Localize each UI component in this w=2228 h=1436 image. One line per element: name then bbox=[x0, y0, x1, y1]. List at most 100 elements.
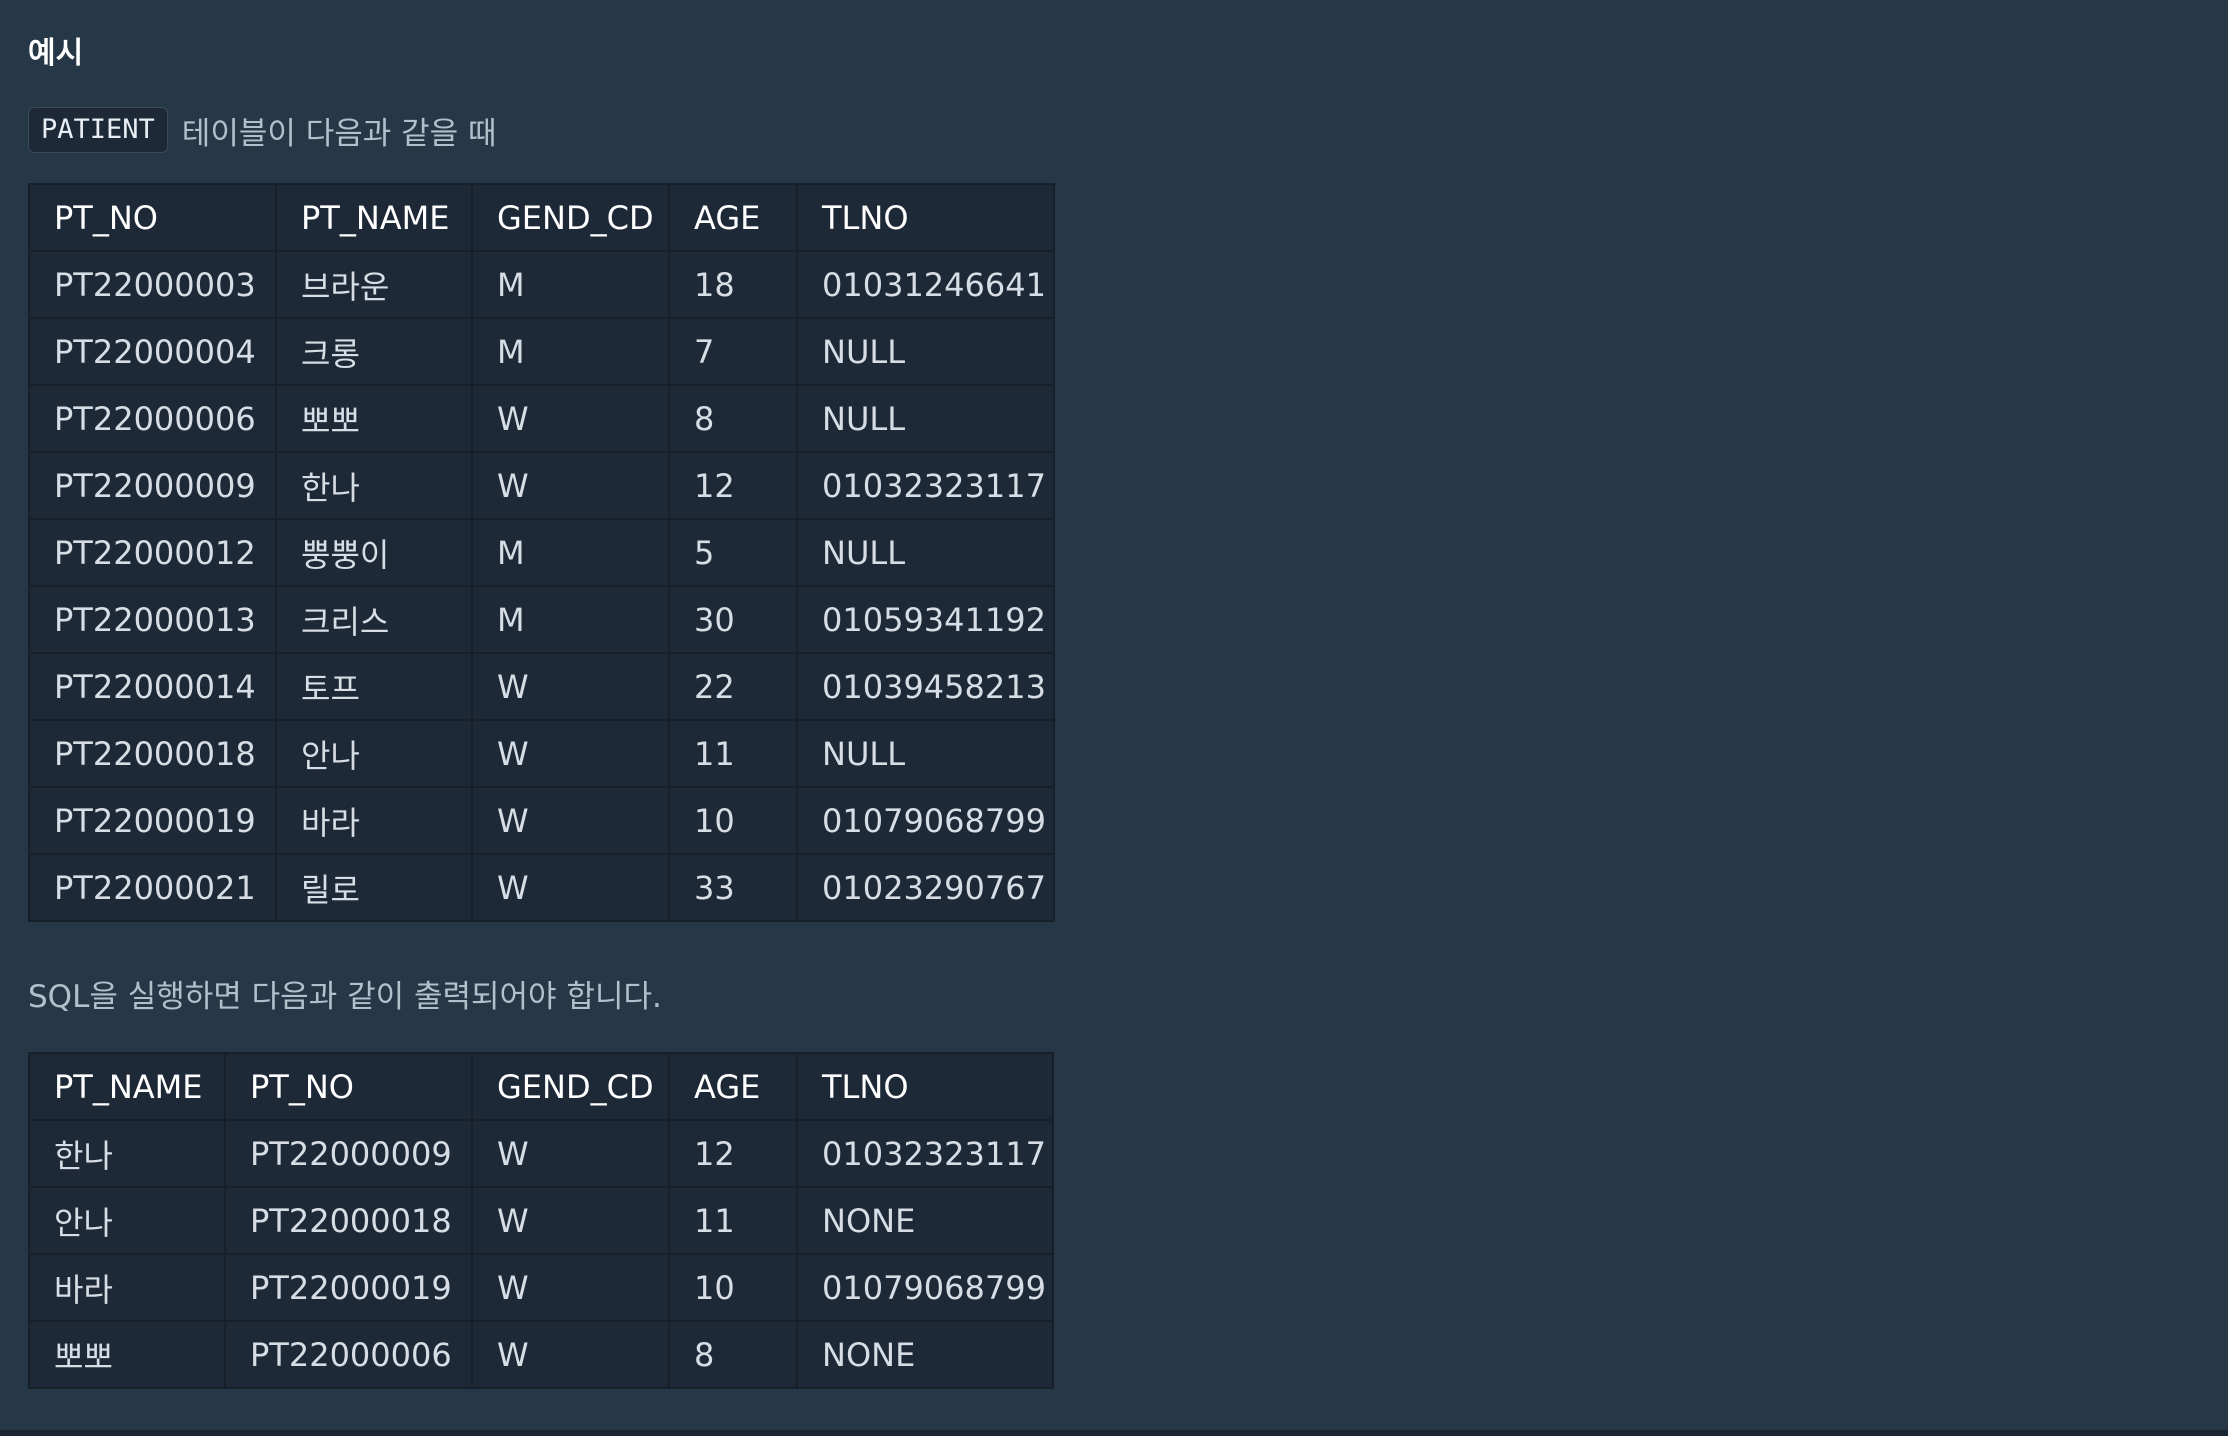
table-row: PT22000019 바라 W 10 01079068799 bbox=[28, 786, 1055, 855]
cell-tlno: NONE bbox=[796, 1186, 1054, 1255]
column-header-tlno: TLNO bbox=[796, 1052, 1054, 1121]
cell-pt-no: PT22000018 bbox=[224, 1186, 473, 1255]
cell-age: 7 bbox=[668, 317, 798, 386]
intro-line: PATIENT 테이블이 다음과 같을 때 bbox=[28, 107, 497, 153]
cell-gend-cd: W bbox=[471, 853, 670, 922]
cell-gend-cd: W bbox=[471, 1253, 670, 1322]
cell-pt-no: PT22000006 bbox=[224, 1320, 473, 1389]
cell-pt-no: PT22000004 bbox=[28, 317, 277, 386]
section-heading: 예시 bbox=[28, 36, 84, 71]
cell-gend-cd: W bbox=[471, 1186, 670, 1255]
table-row: PT22000006 뽀뽀 W 8 NULL bbox=[28, 384, 1055, 453]
cell-pt-no: PT22000013 bbox=[28, 585, 277, 654]
cell-gend-cd: W bbox=[471, 1119, 670, 1188]
cell-pt-name: 릴로 bbox=[275, 853, 473, 922]
cell-age: 8 bbox=[668, 384, 798, 453]
cell-pt-no: PT22000021 bbox=[28, 853, 277, 922]
cell-tlno: NULL bbox=[796, 384, 1055, 453]
cell-gend-cd: W bbox=[471, 652, 670, 721]
result-caption: SQL을 실행하면 다음과 같이 출력되어야 합니다. bbox=[28, 979, 662, 1015]
column-header-pt-name: PT_NAME bbox=[275, 183, 473, 252]
cell-gend-cd: M bbox=[471, 518, 670, 587]
column-header-gend-cd: GEND_CD bbox=[471, 1052, 670, 1121]
cell-gend-cd: W bbox=[471, 1320, 670, 1389]
table-row: 뽀뽀 PT22000006 W 8 NONE bbox=[28, 1320, 1054, 1389]
cell-pt-no: PT22000018 bbox=[28, 719, 277, 788]
bottom-divider bbox=[0, 1430, 2228, 1436]
cell-pt-no: PT22000009 bbox=[224, 1119, 473, 1188]
table-row: 바라 PT22000019 W 10 01079068799 bbox=[28, 1253, 1054, 1322]
cell-pt-name: 한나 bbox=[275, 451, 473, 520]
cell-pt-name: 브라운 bbox=[275, 250, 473, 319]
table-row: 안나 PT22000018 W 11 NONE bbox=[28, 1186, 1054, 1255]
cell-pt-no: PT22000009 bbox=[28, 451, 277, 520]
cell-tlno: 01032323117 bbox=[796, 1119, 1054, 1188]
cell-tlno: NULL bbox=[796, 317, 1055, 386]
cell-age: 12 bbox=[668, 451, 798, 520]
cell-tlno: 01079068799 bbox=[796, 1253, 1054, 1322]
column-header-pt-no: PT_NO bbox=[28, 183, 277, 252]
table-header-row: PT_NAME PT_NO GEND_CD AGE TLNO bbox=[28, 1052, 1054, 1121]
cell-pt-name: 크리스 bbox=[275, 585, 473, 654]
cell-age: 30 bbox=[668, 585, 798, 654]
cell-pt-name: 바라 bbox=[275, 786, 473, 855]
cell-age: 11 bbox=[668, 1186, 798, 1255]
cell-gend-cd: W bbox=[471, 719, 670, 788]
table-header-row: PT_NO PT_NAME GEND_CD AGE TLNO bbox=[28, 183, 1055, 252]
table-row: PT22000003 브라운 M 18 01031246641 bbox=[28, 250, 1055, 319]
cell-pt-name: 바라 bbox=[28, 1253, 226, 1322]
cell-gend-cd: W bbox=[471, 786, 670, 855]
table-row: PT22000012 뿡뿡이 M 5 NULL bbox=[28, 518, 1055, 587]
cell-pt-no: PT22000003 bbox=[28, 250, 277, 319]
cell-tlno: 01039458213 bbox=[796, 652, 1055, 721]
cell-pt-name: 한나 bbox=[28, 1119, 226, 1188]
cell-gend-cd: M bbox=[471, 250, 670, 319]
cell-age: 5 bbox=[668, 518, 798, 587]
cell-age: 10 bbox=[668, 786, 798, 855]
cell-gend-cd: M bbox=[471, 585, 670, 654]
cell-pt-no: PT22000012 bbox=[28, 518, 277, 587]
cell-pt-no: PT22000006 bbox=[28, 384, 277, 453]
column-header-age: AGE bbox=[668, 1052, 798, 1121]
cell-tlno: 01032323117 bbox=[796, 451, 1055, 520]
cell-age: 18 bbox=[668, 250, 798, 319]
column-header-gend-cd: GEND_CD bbox=[471, 183, 670, 252]
result-table: PT_NAME PT_NO GEND_CD AGE TLNO 한나 PT2200… bbox=[28, 1052, 1054, 1389]
column-header-age: AGE bbox=[668, 183, 798, 252]
table-row: PT22000018 안나 W 11 NULL bbox=[28, 719, 1055, 788]
cell-pt-no: PT22000014 bbox=[28, 652, 277, 721]
table-row: PT22000013 크리스 M 30 01059341192 bbox=[28, 585, 1055, 654]
cell-tlno: NULL bbox=[796, 719, 1055, 788]
cell-tlno: NULL bbox=[796, 518, 1055, 587]
cell-pt-name: 뿡뿡이 bbox=[275, 518, 473, 587]
patient-table: PT_NO PT_NAME GEND_CD AGE TLNO PT2200000… bbox=[28, 183, 1055, 922]
cell-tlno: 01023290767 bbox=[796, 853, 1055, 922]
cell-gend-cd: M bbox=[471, 317, 670, 386]
cell-age: 11 bbox=[668, 719, 798, 788]
cell-pt-no: PT22000019 bbox=[224, 1253, 473, 1322]
table-row: PT22000009 한나 W 12 01032323117 bbox=[28, 451, 1055, 520]
cell-age: 22 bbox=[668, 652, 798, 721]
cell-age: 12 bbox=[668, 1119, 798, 1188]
problem-example-section: 예시 PATIENT 테이블이 다음과 같을 때 PT_NO PT_NAME G… bbox=[28, 0, 2198, 1430]
table-row: PT22000021 릴로 W 33 01023290767 bbox=[28, 853, 1055, 922]
table-row: PT22000004 크롱 M 7 NULL bbox=[28, 317, 1055, 386]
cell-age: 10 bbox=[668, 1253, 798, 1322]
cell-age: 8 bbox=[668, 1320, 798, 1389]
cell-age: 33 bbox=[668, 853, 798, 922]
table-name-code: PATIENT bbox=[28, 107, 168, 153]
cell-pt-name: 안나 bbox=[275, 719, 473, 788]
cell-pt-name: 크롱 bbox=[275, 317, 473, 386]
cell-tlno: 01059341192 bbox=[796, 585, 1055, 654]
cell-tlno: NONE bbox=[796, 1320, 1054, 1389]
cell-gend-cd: W bbox=[471, 451, 670, 520]
cell-pt-name: 토프 bbox=[275, 652, 473, 721]
column-header-pt-no: PT_NO bbox=[224, 1052, 473, 1121]
intro-text: 테이블이 다음과 같을 때 bbox=[181, 115, 497, 152]
table-row: 한나 PT22000009 W 12 01032323117 bbox=[28, 1119, 1054, 1188]
cell-tlno: 01031246641 bbox=[796, 250, 1055, 319]
table-row: PT22000014 토프 W 22 01039458213 bbox=[28, 652, 1055, 721]
column-header-pt-name: PT_NAME bbox=[28, 1052, 226, 1121]
cell-pt-no: PT22000019 bbox=[28, 786, 277, 855]
cell-tlno: 01079068799 bbox=[796, 786, 1055, 855]
